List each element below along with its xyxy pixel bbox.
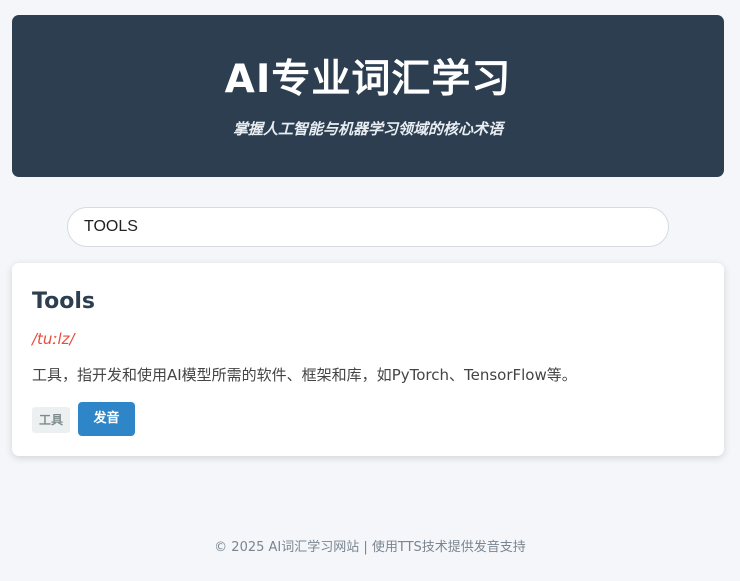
- search-bar: [67, 207, 669, 247]
- page-subtitle: 掌握人工智能与机器学习领域的核心术语: [232, 120, 503, 138]
- pronounce-button[interactable]: 发音: [78, 402, 135, 436]
- page-header: AI专业词汇学习 掌握人工智能与机器学习领域的核心术语: [12, 15, 724, 177]
- page-title: AI专业词汇学习: [224, 57, 512, 102]
- word-card: Tools /tuːlz/ 工具，指开发和使用AI模型所需的软件、框架和库，如P…: [12, 263, 724, 456]
- word-definition: 工具，指开发和使用AI模型所需的软件、框架和库，如PyTorch、TensorF…: [32, 366, 577, 384]
- search-input[interactable]: [67, 207, 669, 247]
- category-tag: 工具: [32, 407, 71, 433]
- word-title: Tools: [32, 289, 95, 314]
- word-phonetic: /tuːlz/: [32, 330, 75, 348]
- page-footer: © 2025 AI词汇学习网站 | 使用TTS技术提供发音支持: [214, 540, 526, 555]
